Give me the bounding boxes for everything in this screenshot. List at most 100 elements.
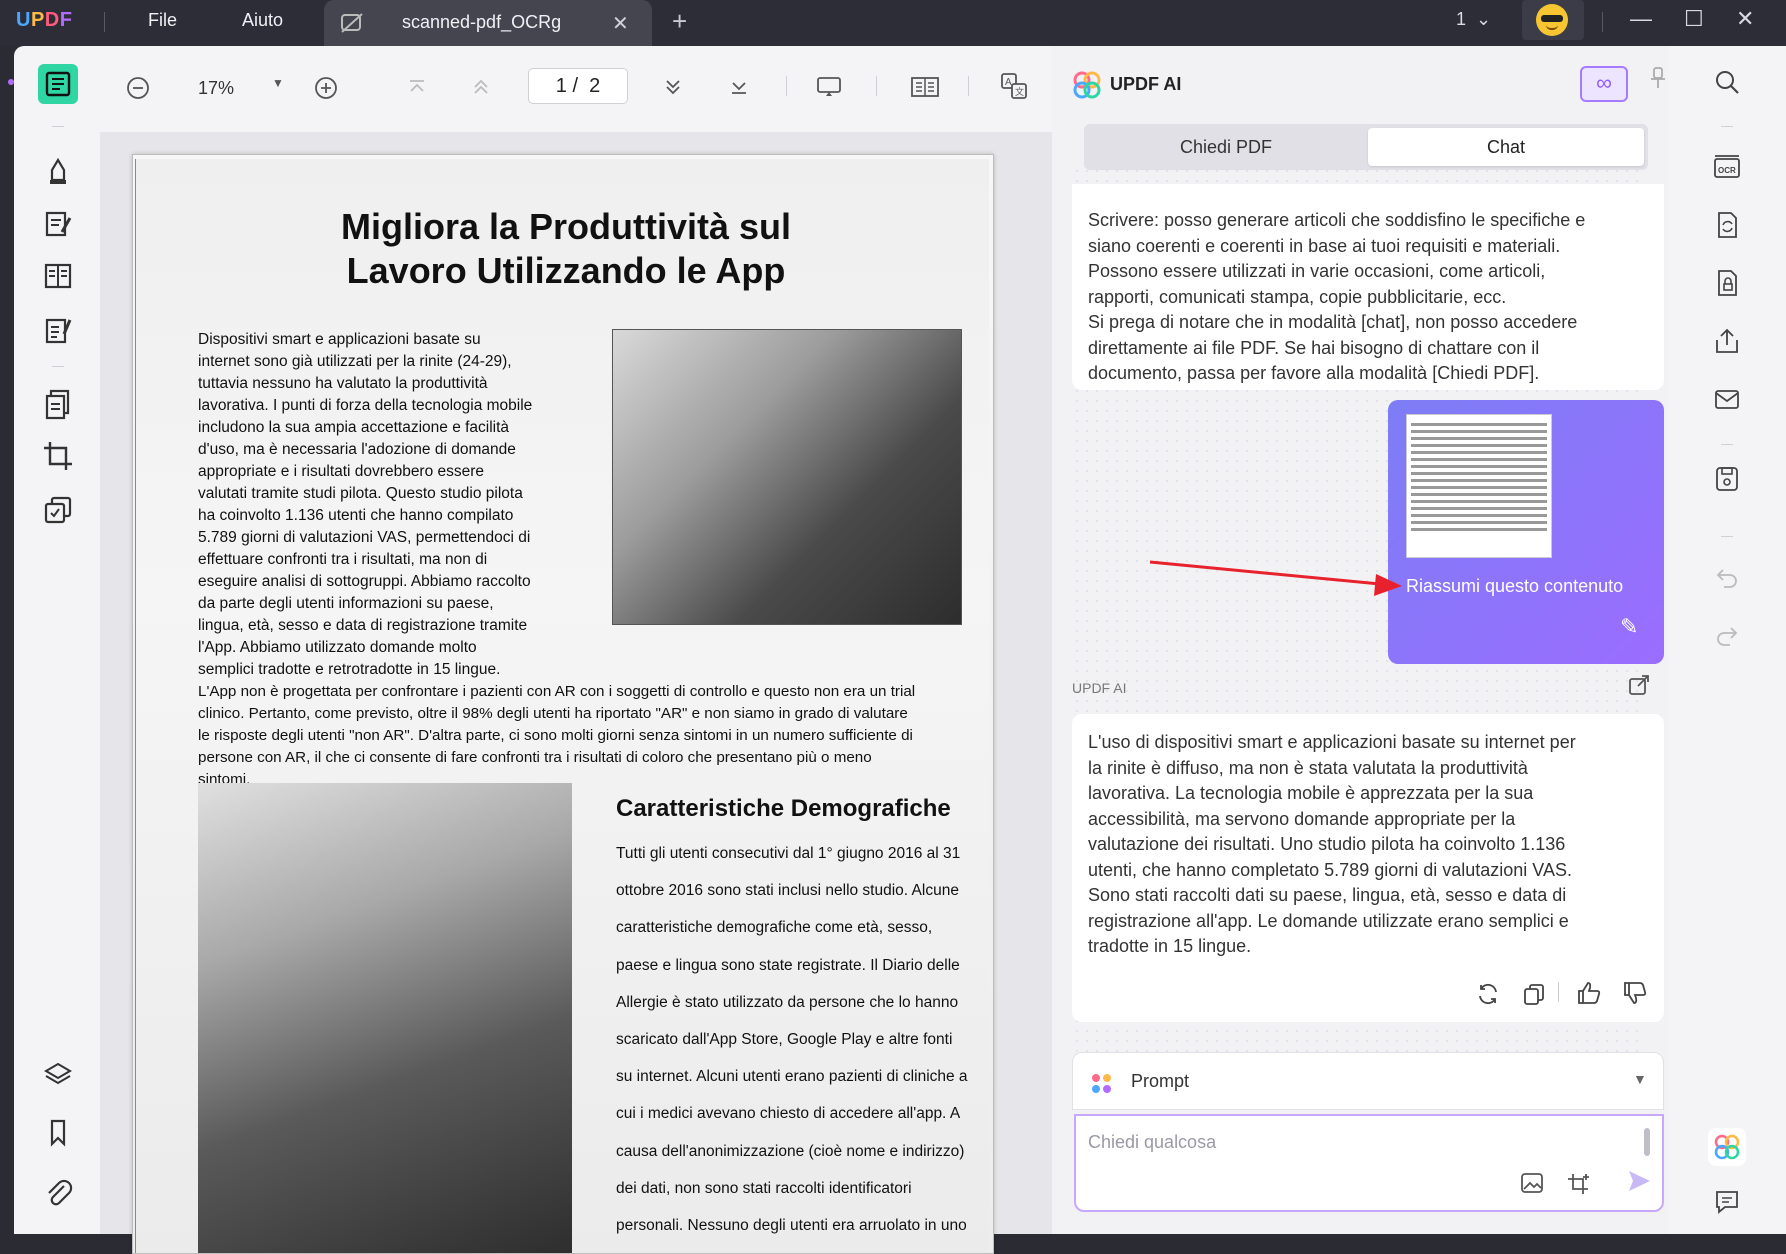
- document-tab[interactable]: scanned-pdf_OCRg ✕: [324, 0, 652, 46]
- infinity-plan-button[interactable]: ∞: [1580, 66, 1628, 102]
- section-title: Caratteristiche Demografiche: [616, 795, 951, 822]
- toolbar-separator: [52, 366, 64, 367]
- svg-text:文: 文: [1015, 86, 1024, 97]
- share-icon[interactable]: [1711, 326, 1743, 358]
- email-icon[interactable]: [1711, 384, 1743, 416]
- tab-chat[interactable]: Chat: [1368, 128, 1644, 166]
- batch-icon[interactable]: [40, 492, 76, 528]
- pdf-page: Migliora la Produttività sul Lavoro Util…: [132, 154, 994, 1254]
- zoom-in-icon[interactable]: [314, 76, 338, 105]
- screenshot-crop-icon[interactable]: [1566, 1172, 1590, 1202]
- close-window-icon[interactable]: ✕: [1736, 6, 1754, 32]
- thumbs-up-icon[interactable]: [1576, 980, 1602, 1012]
- title-separator: [104, 12, 105, 32]
- organize-pages-icon[interactable]: [40, 386, 76, 422]
- regenerate-icon[interactable]: [1476, 982, 1500, 1012]
- save-icon[interactable]: [1711, 464, 1743, 496]
- toolbar-separator: [52, 126, 64, 127]
- previous-page-icon[interactable]: [470, 76, 492, 103]
- updf-ai-logo-icon: [1072, 70, 1102, 105]
- thumbs-down-icon[interactable]: [1622, 980, 1648, 1012]
- chat-input[interactable]: [1088, 1126, 1628, 1158]
- svg-text:OCR: OCR: [1718, 166, 1736, 175]
- title-separator: [1602, 12, 1603, 32]
- fill-sign-icon[interactable]: [40, 312, 76, 348]
- user-message-text: Riassumi questo contenuto: [1406, 576, 1624, 596]
- left-toolbar: [14, 46, 100, 1234]
- menu-file[interactable]: File: [148, 10, 177, 31]
- new-tab-button[interactable]: +: [672, 6, 687, 37]
- document-area: 17% ▼ 1 / 2 A文 Migliora la Produttività …: [100, 46, 1052, 1254]
- zoom-level[interactable]: 17%: [198, 78, 234, 99]
- comment-icon[interactable]: [1711, 1188, 1743, 1220]
- user-message: Riassumi questo contenuto ✎: [1388, 400, 1664, 664]
- ai-assistant-panel: UPDF AI ∞ Chiedi PDF Chat Scrivere: poss…: [1052, 46, 1668, 1234]
- edit-pdf-icon[interactable]: [40, 206, 76, 242]
- first-page-icon[interactable]: [406, 76, 428, 103]
- toolbar-separator: [1721, 126, 1733, 127]
- meeting-photo: [612, 329, 962, 625]
- sunglasses-emoji-icon: [1536, 4, 1568, 36]
- attachment-icon[interactable]: [40, 1174, 76, 1210]
- edit-pencil-icon[interactable]: ✎: [1620, 614, 1638, 640]
- minimize-icon[interactable]: —: [1630, 6, 1652, 32]
- toolbar-separator: [968, 76, 969, 96]
- ai-response-message: L'uso di dispositivi smart e applicazion…: [1072, 714, 1664, 1022]
- intro-paragraph: Dispositivi smart e applicazioni basate …: [198, 331, 533, 678]
- chevron-down-icon: ▼: [1633, 1071, 1647, 1087]
- scanned-page: Migliora la Produttività sul Lavoro Util…: [135, 159, 989, 1253]
- send-icon[interactable]: [1626, 1168, 1652, 1201]
- open-external-icon[interactable]: [1628, 674, 1650, 702]
- undo-icon[interactable]: [1711, 564, 1743, 596]
- input-scrollbar[interactable]: [1644, 1128, 1650, 1156]
- pin-icon[interactable]: [1648, 66, 1668, 96]
- zoom-out-icon[interactable]: [126, 76, 150, 105]
- redo-icon[interactable]: [1711, 622, 1743, 654]
- image-upload-icon[interactable]: [1520, 1172, 1544, 1200]
- svg-text:A: A: [1005, 77, 1012, 88]
- document-title: Migliora la Produttività sul Lavoro Util…: [340, 206, 792, 291]
- right-toolbar: OCR: [1668, 46, 1786, 1234]
- protect-pdf-icon[interactable]: [1711, 268, 1743, 300]
- toolbar-separator: [1721, 444, 1733, 445]
- chat-input-box: [1074, 1114, 1664, 1212]
- toolbar-separator: [1721, 536, 1733, 537]
- responder-label: UPDF AI: [1072, 680, 1127, 696]
- page-layout-icon[interactable]: [40, 258, 76, 294]
- ai-message-previous: Scrivere: posso generare articoli che so…: [1072, 184, 1664, 390]
- zoom-dropdown-icon[interactable]: ▼: [272, 76, 284, 90]
- convert-pdf-icon[interactable]: [1711, 210, 1743, 242]
- copy-icon[interactable]: [1522, 982, 1546, 1012]
- tab-close-icon[interactable]: ✕: [612, 11, 629, 36]
- prompt-label: Prompt: [1131, 1071, 1190, 1091]
- team-working-photo: [198, 783, 572, 1253]
- prompt-selector[interactable]: Prompt ▼: [1072, 1052, 1664, 1110]
- crop-icon[interactable]: [40, 438, 76, 474]
- avatar[interactable]: [1522, 0, 1584, 40]
- maximize-icon[interactable]: ☐: [1684, 6, 1704, 32]
- search-icon[interactable]: [1711, 68, 1743, 100]
- tab-ask-pdf[interactable]: Chiedi PDF: [1088, 128, 1364, 166]
- two-page-view-icon[interactable]: [910, 74, 940, 105]
- next-page-icon[interactable]: [662, 76, 684, 103]
- ocr-icon[interactable]: OCR: [1711, 152, 1743, 184]
- bookmark-icon[interactable]: [40, 1114, 76, 1150]
- window-count-dropdown[interactable]: 1 ⌄: [1456, 9, 1491, 30]
- presentation-icon[interactable]: [816, 74, 842, 105]
- menu-help[interactable]: Aiuto: [242, 10, 283, 31]
- ai-panel-title: UPDF AI: [1110, 74, 1182, 94]
- page-number-input[interactable]: 1 / 2: [528, 68, 628, 104]
- layers-icon[interactable]: [40, 1056, 76, 1092]
- last-page-icon[interactable]: [728, 76, 750, 103]
- translate-icon[interactable]: A文: [1000, 72, 1028, 105]
- tab-title: scanned-pdf_OCRg: [402, 12, 562, 32]
- section-body: Tutti gli utenti consecutivi dal 1° giug…: [616, 845, 968, 1235]
- highlighter-icon[interactable]: [40, 152, 76, 188]
- toolbar-separator: [876, 76, 877, 96]
- wide-paragraph: L'App non è progettata per confrontare i…: [198, 683, 916, 788]
- selected-content-thumbnail[interactable]: [1406, 414, 1552, 558]
- document-toolbar: 17% ▼ 1 / 2 A文: [100, 46, 1052, 132]
- reader-mode-button[interactable]: [38, 64, 78, 104]
- updf-ai-button[interactable]: [1708, 1128, 1746, 1166]
- mode-switcher: Chiedi PDF Chat: [1084, 124, 1648, 170]
